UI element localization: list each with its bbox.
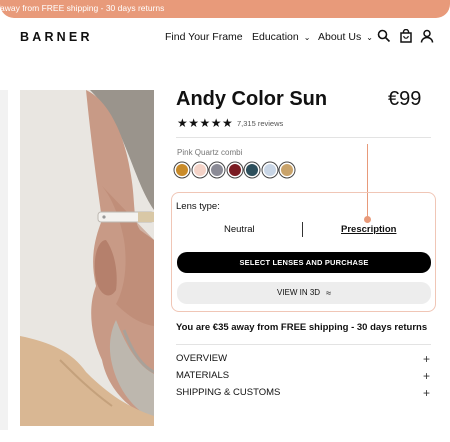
divider <box>176 137 431 138</box>
color-swatch[interactable] <box>281 164 293 176</box>
plus-icon: + <box>422 352 430 366</box>
color-swatch[interactable] <box>263 164 276 176</box>
color-swatch[interactable] <box>246 164 258 176</box>
user-icon[interactable] <box>420 29 434 43</box>
rating-stars-icon[interactable]: ★★★★★ <box>177 116 233 130</box>
main-navigation: BARNER Find Your Frame Education ⌄ About … <box>0 18 450 56</box>
announcement-bar: away from FREE shipping - 30 days return… <box>0 0 450 18</box>
product-price: €99 <box>388 88 422 110</box>
accordion-label: SHIPPING & CUSTOMS <box>176 387 281 398</box>
3d-rotate-icon: ≈ <box>326 288 332 298</box>
divider <box>176 344 431 345</box>
announcement-text: away from FREE shipping - 30 days return… <box>0 3 165 13</box>
free-shipping-message: You are €35 away from FREE shipping - 30… <box>176 322 428 333</box>
color-swatch[interactable] <box>228 164 241 176</box>
color-swatch[interactable] <box>193 164 206 176</box>
select-lenses-purchase-button[interactable]: SELECT LENSES AND PURCHASE <box>177 252 431 273</box>
bag-icon[interactable] <box>399 29 413 43</box>
chevron-down-icon: ⌄ <box>303 33 311 42</box>
product-title: Andy Color Sun <box>176 88 328 110</box>
product-photo[interactable] <box>20 90 154 426</box>
nav-item-about-us[interactable]: About Us ⌄ <box>318 31 373 43</box>
chevron-down-icon: ⌄ <box>366 33 373 42</box>
lens-option-neutral[interactable]: Neutral <box>224 224 255 235</box>
lens-option-prescription[interactable]: Prescription <box>341 224 396 235</box>
lens-option-separator <box>302 222 303 237</box>
lens-type-label: Lens type: <box>176 201 220 212</box>
plus-icon: + <box>422 369 430 383</box>
selected-color-label: Pink Quartz combi <box>177 148 243 157</box>
accordion-label: MATERIALS <box>176 370 230 381</box>
review-count-link[interactable]: 7,315 reviews <box>237 119 283 128</box>
gallery-previous-image-edge[interactable] <box>0 90 8 430</box>
accordion-overview[interactable]: OVERVIEW + <box>176 352 432 367</box>
brand-logo[interactable]: BARNER <box>20 30 93 44</box>
color-swatch[interactable] <box>211 164 223 176</box>
view-in-3d-button[interactable]: VIEW IN 3D ≈ <box>177 282 431 304</box>
search-icon[interactable] <box>377 29 391 43</box>
nav-item-education[interactable]: Education ⌄ <box>252 31 310 43</box>
model-wearing-glasses-image <box>20 90 154 426</box>
nav-item-find-your-frame[interactable]: Find Your Frame <box>165 31 243 43</box>
accordion-label: OVERVIEW <box>176 353 228 364</box>
accordion-shipping-customs[interactable]: SHIPPING & CUSTOMS + <box>176 386 432 401</box>
color-swatch[interactable] <box>176 164 188 176</box>
accordion-materials[interactable]: MATERIALS + <box>176 369 432 384</box>
plus-icon: + <box>422 386 430 400</box>
view-in-3d-label: VIEW IN 3D <box>276 288 321 298</box>
